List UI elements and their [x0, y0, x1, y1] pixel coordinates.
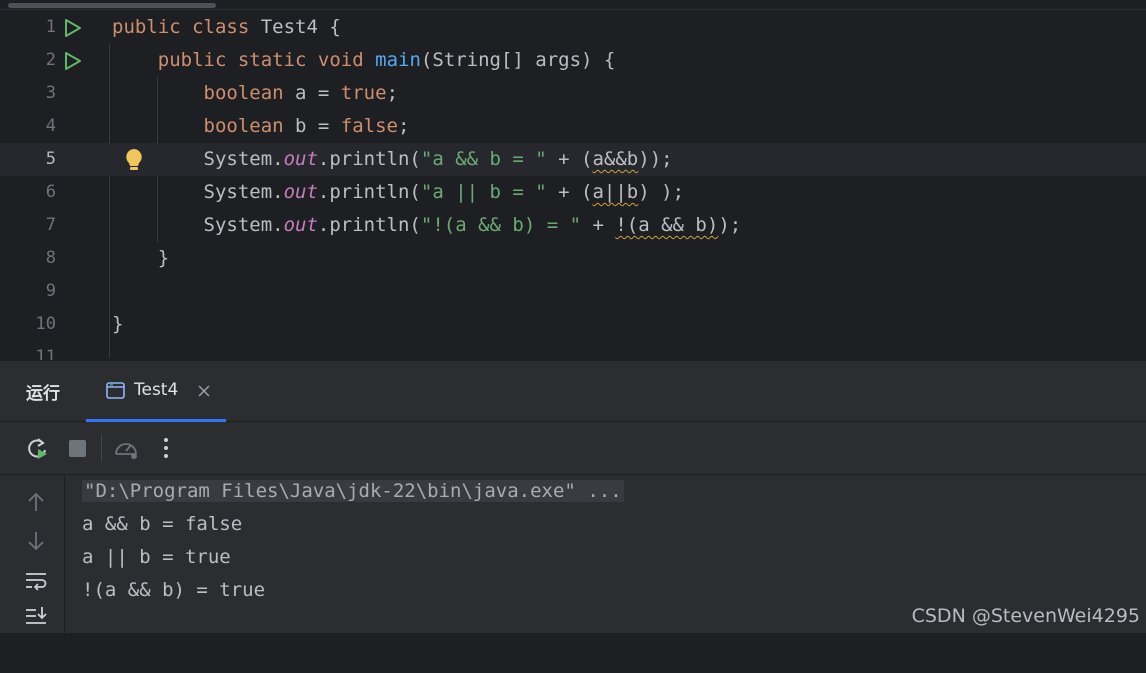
code-token: public: [112, 49, 238, 71]
code-token: public: [112, 16, 193, 38]
code-text: }: [112, 308, 123, 341]
code-token: ));: [638, 148, 673, 170]
horizontal-scrollbar[interactable]: [8, 3, 216, 8]
command-line: "D:\Program Files\Java\jdk-22\bin\java.e…: [82, 480, 624, 502]
line-number: 5: [45, 149, 56, 169]
rerun-icon[interactable]: [24, 435, 50, 461]
toolbar-separator: [101, 434, 102, 462]
code-token: "a && b = ": [420, 148, 547, 170]
line-number: 8: [45, 248, 56, 268]
line-number: 4: [45, 116, 56, 136]
code-text: System.out.println("a && b = " + (a&&b))…: [112, 143, 673, 176]
code-line[interactable]: 3 boolean a = true;: [0, 77, 1146, 110]
code-token: main: [375, 49, 421, 71]
code-token: );: [718, 214, 742, 236]
code-token: boolean: [112, 82, 296, 104]
code-editor[interactable]: 1 public class Test4 {2 public static voi…: [0, 0, 1146, 360]
code-token: static: [237, 49, 318, 71]
code-token: "a || b = ": [420, 181, 547, 203]
line-number: 11: [35, 347, 56, 360]
code-text: }: [112, 242, 169, 275]
code-token: + (: [546, 181, 593, 203]
code-token: ;: [398, 115, 410, 137]
code-token: true: [340, 82, 387, 104]
more-options-icon[interactable]: [153, 435, 179, 461]
stop-icon[interactable]: [64, 435, 90, 461]
code-token: (String[] args) {: [420, 49, 616, 71]
console-icon: [106, 382, 125, 399]
code-token: + (: [546, 148, 593, 170]
code-token: .println(: [317, 148, 421, 170]
divider: [0, 9, 1146, 10]
code-token: boolean: [112, 115, 296, 137]
code-token: ) );: [638, 181, 685, 203]
run-gutter-icon[interactable]: [64, 18, 82, 38]
code-line[interactable]: 8 }: [0, 242, 1146, 275]
code-line[interactable]: 5 System.out.println("a && b = " + (a&&b…: [0, 143, 1146, 176]
code-token: +: [581, 214, 616, 236]
console-line: !(a && b) = true: [82, 579, 266, 601]
code-token: class: [192, 16, 261, 38]
code-text: System.out.println("!(a && b) = " + !(a …: [112, 209, 742, 242]
code-token: !(a && b): [615, 214, 719, 236]
line-number: 10: [35, 314, 56, 334]
code-token: System.: [112, 148, 284, 170]
code-token: .println(: [317, 214, 421, 236]
code-text: boolean b = false;: [112, 110, 410, 143]
code-text: System.out.println("a || b = " + (a||b) …: [112, 176, 685, 209]
arrow-down-icon[interactable]: [24, 529, 48, 553]
tab-test4[interactable]: Test4: [86, 361, 226, 422]
code-token: a||b: [592, 181, 639, 203]
run-tabs-bar: 运行 Test4: [0, 361, 1146, 422]
code-token: .println(: [317, 181, 421, 203]
line-number: 2: [45, 50, 56, 70]
code-token: Test4 {: [260, 16, 341, 38]
line-number: 3: [45, 83, 56, 103]
code-token: a&&b: [592, 148, 639, 170]
close-icon[interactable]: [196, 383, 212, 399]
code-token: out: [283, 148, 318, 170]
run-panel-title: 运行: [26, 384, 60, 404]
code-text: boolean a = true;: [112, 77, 399, 110]
line-number: 9: [45, 281, 56, 301]
code-token: b =: [295, 115, 341, 137]
code-token: System.: [112, 214, 284, 236]
line-number: 1: [45, 17, 56, 37]
code-line[interactable]: 9: [0, 275, 1146, 308]
soft-wrap-icon[interactable]: [24, 568, 48, 592]
code-token: }: [112, 313, 124, 335]
code-line[interactable]: 6 System.out.println("a || b = " + (a||b…: [0, 176, 1146, 209]
code-token: out: [283, 214, 318, 236]
code-line[interactable]: 1 public class Test4 {: [0, 11, 1146, 44]
console-line: a && b = false: [82, 513, 243, 535]
code-token: out: [283, 181, 318, 203]
run-gutter-icon[interactable]: [64, 51, 82, 71]
line-number: 7: [45, 215, 56, 235]
console-side-toolbar: [0, 475, 65, 633]
code-line[interactable]: 4 boolean b = false;: [0, 110, 1146, 143]
code-line[interactable]: 7 System.out.println("!(a && b) = " + !(…: [0, 209, 1146, 242]
line-number: 6: [45, 182, 56, 202]
watermark: CSDN @StevenWei4295: [911, 605, 1140, 627]
code-token: System.: [112, 181, 284, 203]
profiler-gauge-icon[interactable]: [113, 435, 139, 461]
code-line[interactable]: 11: [0, 341, 1146, 360]
code-token: "!(a && b) = ": [420, 214, 582, 236]
code-token: false: [340, 115, 398, 137]
code-token: ;: [386, 82, 399, 104]
code-token: }: [112, 247, 170, 269]
run-tool-window: 运行 Test4 "D:\Program Files\Java\jdk-22\b…: [0, 361, 1146, 633]
code-line[interactable]: 10}: [0, 308, 1146, 341]
console-line: a || b = true: [82, 546, 231, 568]
scroll-to-end-icon[interactable]: [24, 605, 48, 629]
code-text: public class Test4 {: [112, 11, 341, 44]
run-toolbar: [0, 422, 1146, 475]
code-token: a =: [295, 82, 341, 104]
code-text: public static void main(String[] args) {: [112, 44, 616, 77]
tab-label: Test4: [134, 380, 179, 400]
console-line: "D:\Program Files\Java\jdk-22\bin\java.e…: [82, 475, 624, 508]
code-token: void: [317, 49, 376, 71]
arrow-up-icon[interactable]: [24, 490, 48, 514]
code-line[interactable]: 2 public static void main(String[] args)…: [0, 44, 1146, 77]
